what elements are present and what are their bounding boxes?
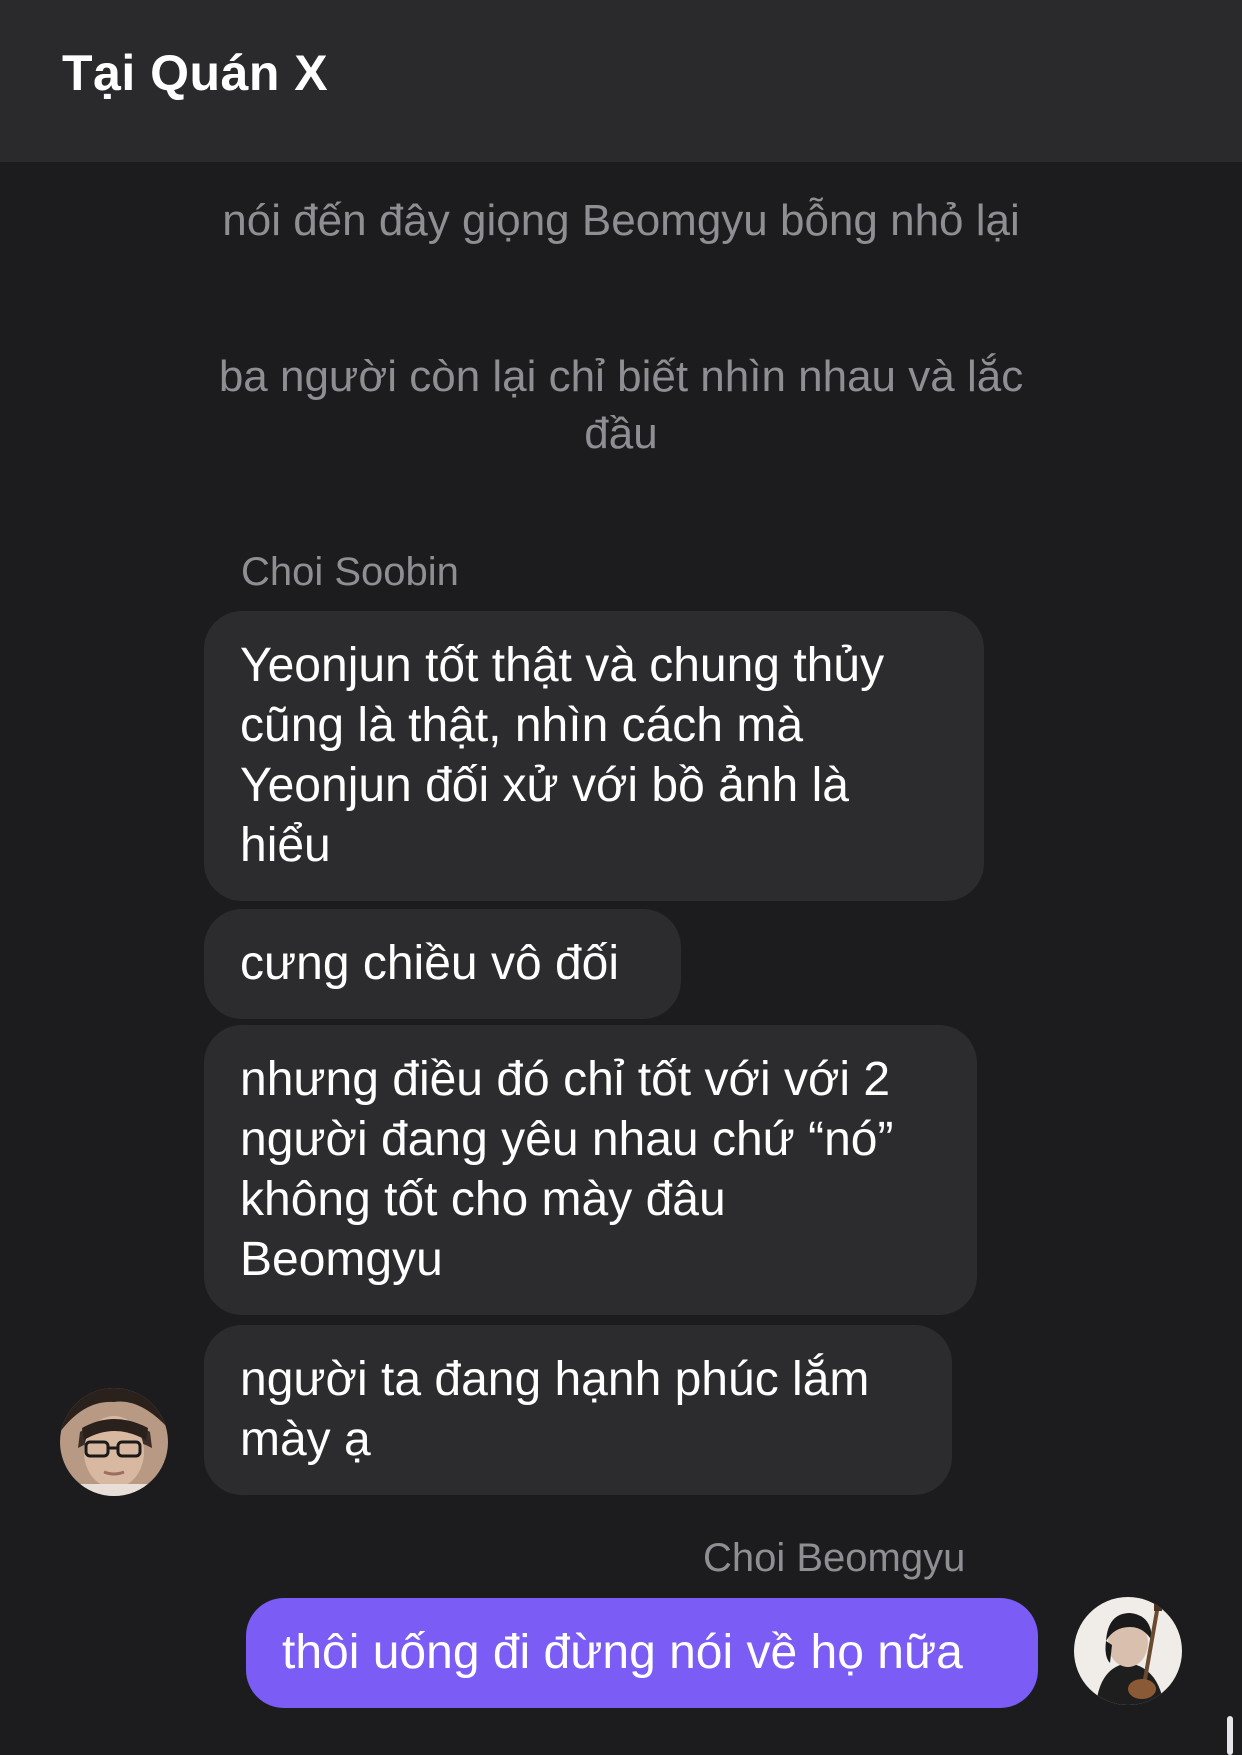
message-bubble-own[interactable]: thôi uống đi đừng nói về họ nữa <box>246 1598 1038 1708</box>
avatar-photo-glasses-icon <box>60 1388 168 1496</box>
sender-name: Choi Soobin <box>241 550 459 594</box>
beomgyu-avatar[interactable] <box>1074 1597 1182 1705</box>
avatar-photo-guitar-icon <box>1074 1597 1182 1705</box>
narration-line: nói đến đây giọng Beomgyu bỗng nhỏ lại <box>222 196 1020 245</box>
chat-header: Tại Quán X <box>0 0 1242 162</box>
message-bubble[interactable]: Yeonjun tốt thật và chung thủy cũng là t… <box>204 611 984 901</box>
sender-name: Choi Beomgyu <box>703 1536 966 1580</box>
message-bubble[interactable]: cưng chiều vô đối <box>204 909 681 1019</box>
scrollbar-thumb[interactable] <box>1227 1716 1233 1755</box>
soobin-avatar[interactable] <box>60 1388 168 1496</box>
narration-line: ba người còn lại chỉ biết nhìn nhau và l… <box>218 352 1024 458</box>
message-bubble[interactable]: nhưng điều đó chỉ tốt với với 2 người đa… <box>204 1025 977 1315</box>
chat-title[interactable]: Tại Quán X <box>62 44 328 102</box>
message-bubble[interactable]: người ta đang hạnh phúc lắm mày ạ <box>204 1325 952 1495</box>
